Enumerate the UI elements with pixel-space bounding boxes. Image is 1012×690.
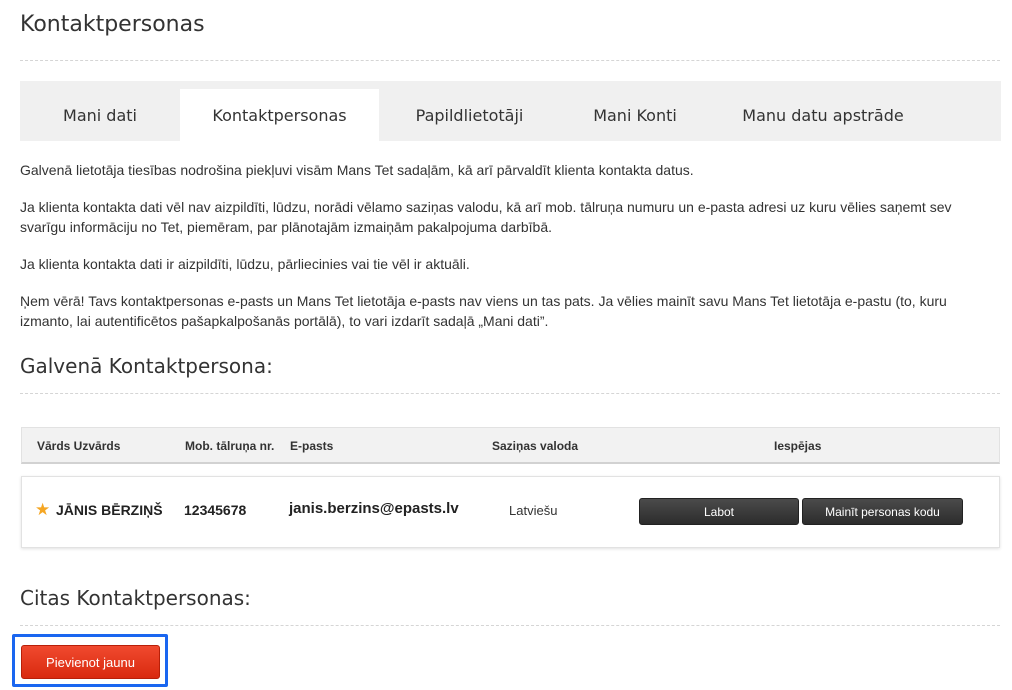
change-personal-code-button[interactable]: Mainīt personas kodu	[802, 498, 963, 525]
page-title: Kontaktpersonas	[20, 12, 205, 37]
star-icon: ★	[35, 500, 51, 519]
main-contact-divider	[20, 393, 1000, 394]
column-header-language: Saziņas valoda	[492, 439, 579, 453]
main-contact-heading: Galvenā Kontaktpersona:	[20, 354, 273, 378]
contact-table-header: Vārds Uzvārds Mob. tālruņa nr. E-pasts S…	[21, 427, 1000, 464]
contact-email: janis.berzins@epasts.lv	[289, 500, 459, 517]
column-header-options: Iespējas	[774, 439, 822, 453]
intro-paragraph: Ņem vērā! Tavs kontaktpersonas e-pasts u…	[20, 293, 947, 329]
other-contacts-divider	[20, 625, 1000, 626]
tab-kontaktpersonas[interactable]: Kontaktpersonas	[180, 89, 379, 141]
title-divider	[20, 60, 1000, 61]
tab-manu-datu-apstrade[interactable]: Manu datu apstrāde	[710, 89, 936, 141]
contacts-page: Kontaktpersonas Mani dati Kontaktpersona…	[0, 0, 1012, 690]
edit-button[interactable]: Labot	[639, 498, 799, 525]
intro-text: Galvenā lietotāja tiesības nodrošina pie…	[20, 160, 995, 331]
column-header-email: E-pasts	[290, 439, 334, 453]
intro-paragraph: Ja klienta kontakta dati vēl nav aizpild…	[20, 199, 952, 235]
tab-mani-konti[interactable]: Mani Konti	[560, 89, 710, 141]
other-contacts-heading: Citas Kontaktpersonas:	[20, 586, 251, 610]
column-header-name: Vārds Uzvārds	[37, 439, 121, 453]
tab-bar: Mani dati Kontaktpersonas Papildlietotāj…	[20, 81, 1001, 141]
add-contact-button[interactable]: Pievienot jaunu	[21, 645, 160, 679]
intro-paragraph: Galvenā lietotāja tiesības nodrošina pie…	[20, 162, 694, 178]
column-header-mobile: Mob. tālruņa nr.	[185, 439, 275, 453]
tab-papildlietotaji[interactable]: Papildlietotāji	[379, 89, 560, 141]
intro-paragraph: Ja klienta kontakta dati ir aizpildīti, …	[20, 256, 470, 272]
contact-mobile: 12345678	[184, 502, 247, 518]
tab-mani-dati[interactable]: Mani dati	[20, 89, 180, 141]
contact-language: Latviešu	[509, 503, 558, 518]
contact-name: JĀNIS BĒRZIŅŠ	[56, 502, 163, 518]
table-row: ★ JĀNIS BĒRZIŅŠ 12345678 janis.berzins@e…	[21, 476, 1000, 548]
